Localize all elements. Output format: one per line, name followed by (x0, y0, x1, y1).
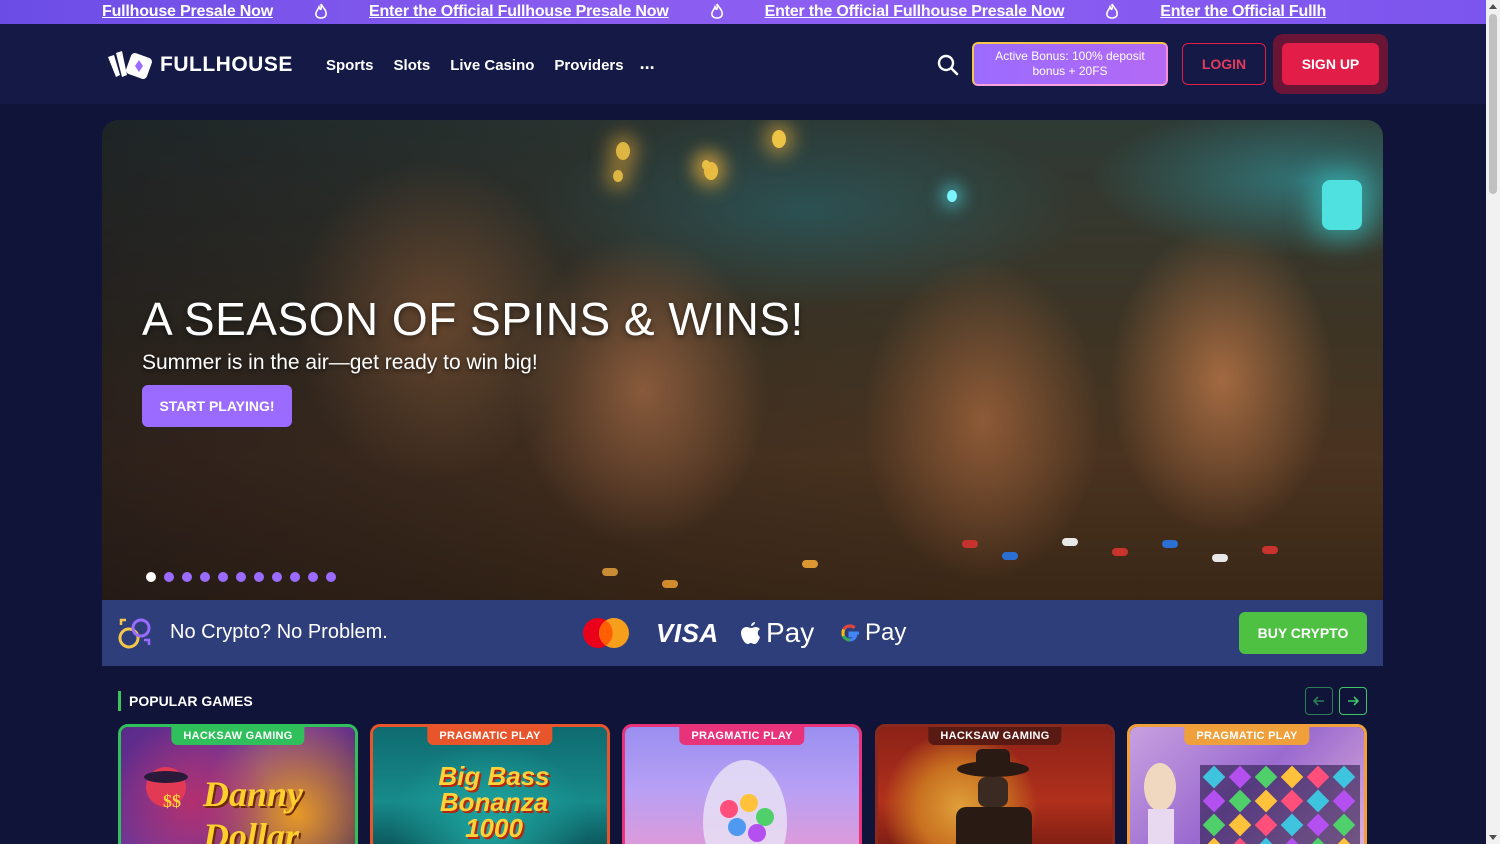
flame-icon (314, 3, 327, 19)
active-bonus-button[interactable]: Active Bonus: 100% deposit bonus + 20FS (972, 42, 1168, 86)
start-playing-button[interactable]: START PLAYING! (142, 385, 292, 427)
google-pay-logo: Pay (839, 600, 906, 666)
game-title-text: Danny Dollar (203, 774, 304, 844)
carousel-dot[interactable] (236, 572, 246, 582)
crypto-exchange-icon (118, 618, 151, 649)
provider-tag: PRAGMATIC PLAY (679, 727, 805, 745)
page-scrollbar[interactable] (1486, 0, 1500, 844)
carousel-dots (146, 572, 336, 582)
popular-games-title: POPULAR GAMES (118, 691, 253, 711)
carousel-dot[interactable] (326, 572, 336, 582)
flame-icon (1106, 3, 1119, 19)
mastercard-logo (581, 600, 631, 666)
provider-tag: HACKSAW GAMING (171, 727, 305, 745)
nav-more-button[interactable]: ... (640, 54, 655, 74)
nav-slots[interactable]: Slots (394, 57, 431, 74)
carousel-next-button[interactable] (1339, 687, 1367, 715)
flame-icon (710, 3, 723, 19)
carousel-prev-button[interactable] (1305, 687, 1333, 715)
apple-pay-logo: Pay (740, 600, 814, 666)
carousel-dot[interactable] (308, 572, 318, 582)
provider-tag: PRAGMATIC PLAY (1184, 727, 1310, 745)
logo[interactable]: FULLHOUSE (106, 49, 293, 81)
carousel-dot[interactable] (164, 572, 174, 582)
crypto-banner: No Crypto? No Problem. VISA Pay Pay BUY … (102, 600, 1383, 666)
ticker-link-4[interactable]: Enter the Official Fullh (1160, 3, 1326, 21)
scroll-down-arrow[interactable] (1489, 835, 1497, 840)
main-nav: Sports Slots Live Casino Providers ... (326, 54, 655, 74)
visa-logo: VISA (656, 617, 719, 648)
game-card[interactable]: PRAGMATIC PLAY (1127, 724, 1367, 844)
google-pay-text: Pay (865, 619, 907, 646)
carousel-dot[interactable] (218, 572, 228, 582)
carousel-dot[interactable] (146, 572, 156, 582)
carousel-dot[interactable] (200, 572, 210, 582)
hero-title: A SEASON OF SPINS & WINS! (142, 293, 804, 345)
carousel-dot[interactable] (272, 572, 282, 582)
fullhouse-logo-icon (108, 51, 152, 79)
nav-providers[interactable]: Providers (554, 57, 623, 74)
carousel-dot[interactable] (254, 572, 264, 582)
scroll-thumb[interactable] (1489, 14, 1497, 194)
provider-tag: PRAGMATIC PLAY (427, 727, 553, 745)
promo-ticker: Fullhouse Presale Now Enter the Official… (0, 0, 1486, 24)
game-card[interactable]: Big Bass Bonanza 1000 PRAGMATIC PLAY (370, 724, 610, 844)
arrow-right-icon (1348, 696, 1360, 706)
nav-live-casino[interactable]: Live Casino (450, 57, 534, 74)
game-card[interactable]: PRAGMATIC PLAY (622, 724, 862, 844)
ticker-link-1[interactable]: Fullhouse Presale Now (102, 3, 273, 21)
game-title-text: Big Bass Bonanza 1000 (438, 761, 550, 843)
hero-banner[interactable]: A SEASON OF SPINS & WINS! Summer is in t… (102, 120, 1383, 600)
hero-subtitle: Summer is in the air—get ready to win bi… (142, 351, 538, 374)
scroll-up-arrow[interactable] (1489, 4, 1497, 9)
game-title: Big Bass Bonanza 1000 (419, 763, 569, 841)
svg-text:$$: $$ (163, 791, 181, 811)
nav-sports[interactable]: Sports (326, 57, 374, 74)
game-title: Danny Dollar (203, 773, 355, 844)
game-card[interactable]: $$ Danny Dollar HACKSAW GAMING (118, 724, 358, 844)
mastercard-icon (583, 618, 629, 648)
search-icon[interactable] (936, 53, 960, 77)
signup-button[interactable]: SIGN UP (1282, 43, 1379, 85)
login-button[interactable]: LOGIN (1182, 43, 1266, 85)
carousel-dot[interactable] (290, 572, 300, 582)
carousel-dot[interactable] (182, 572, 192, 582)
arrow-left-icon (1312, 696, 1324, 706)
logo-text: FULLHOUSE (160, 53, 293, 76)
apple-pay-text: Pay (766, 617, 815, 648)
apple-icon (741, 622, 760, 644)
provider-tag: HACKSAW GAMING (928, 727, 1062, 745)
crypto-text: No Crypto? No Problem. (170, 621, 388, 643)
ticker-link-2[interactable]: Enter the Official Fullhouse Presale Now (369, 3, 669, 21)
ticker-link-3[interactable]: Enter the Official Fullhouse Presale Now (765, 3, 1065, 21)
buy-crypto-button[interactable]: BUY CRYPTO (1239, 612, 1367, 654)
game-card[interactable]: HACKSAW GAMING (875, 724, 1115, 844)
google-g-icon (841, 624, 859, 642)
